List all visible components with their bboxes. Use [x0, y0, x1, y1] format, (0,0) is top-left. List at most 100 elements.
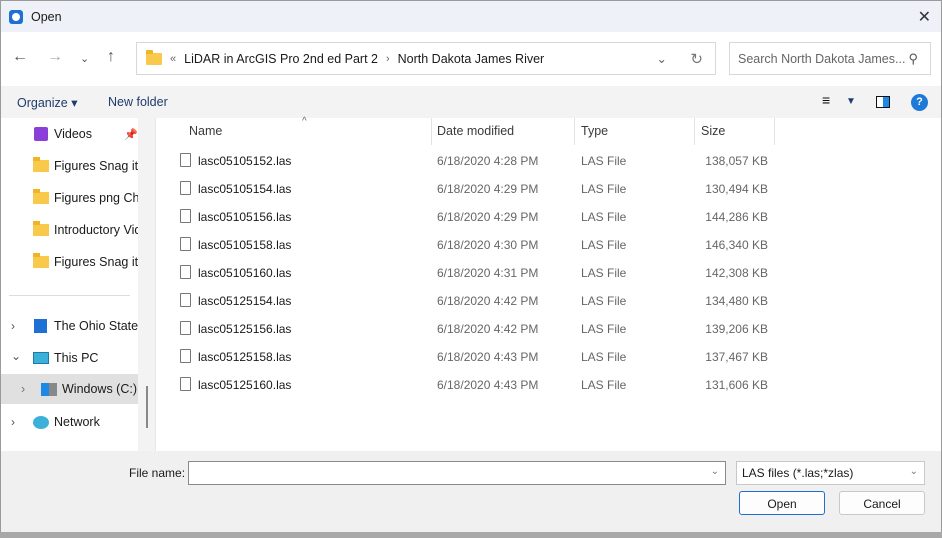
file-name: lasc05125158.las [198, 350, 292, 364]
file-icon [180, 349, 191, 363]
pin-icon[interactable]: 📌 [124, 128, 138, 141]
file-icon [180, 265, 191, 279]
navigation-pane: Videos 📌 Figures Snag it C Figures png C… [1, 118, 138, 451]
divider [9, 295, 130, 296]
breadcrumb-item[interactable]: North Dakota James River [398, 52, 545, 66]
file-name: lasc05125160.las [198, 378, 292, 392]
column-header-name[interactable]: Name [189, 118, 222, 145]
file-type: LAS File [581, 238, 627, 252]
file-row[interactable]: lasc05105160.las 6/18/2020 4:31 PM LAS F… [156, 259, 776, 287]
file-date: 6/18/2020 4:31 PM [437, 266, 539, 280]
file-row[interactable]: lasc05105154.las 6/18/2020 4:29 PM LAS F… [156, 175, 776, 203]
search-input[interactable]: Search North Dakota James... ⚲ [729, 42, 931, 75]
file-row[interactable]: lasc05125156.las 6/18/2020 4:42 PM LAS F… [156, 315, 776, 343]
title-bar: Open ✕ [1, 1, 941, 32]
file-name: lasc05105154.las [198, 182, 292, 196]
preview-pane-icon[interactable] [876, 96, 890, 108]
file-date: 6/18/2020 4:43 PM [437, 350, 539, 364]
sidebar-item-ohio-state[interactable]: The Ohio State U [34, 311, 138, 341]
cancel-button[interactable]: Cancel [839, 491, 925, 515]
file-name: lasc05105158.las [198, 238, 292, 252]
column-divider[interactable] [431, 118, 432, 145]
building-icon [34, 319, 47, 333]
file-icon [180, 321, 191, 335]
file-type-value: LAS files (*.las;*zlas) [742, 466, 854, 480]
file-row[interactable]: lasc05105158.las 6/18/2020 4:30 PM LAS F… [156, 231, 776, 259]
folder-icon [33, 189, 49, 204]
column-header-date[interactable]: Date modified [437, 118, 514, 145]
file-size: 131,606 KB [705, 378, 768, 392]
sidebar-item-label: Figures Snag it C [54, 255, 138, 269]
up-arrow-icon[interactable]: ↑ [107, 48, 115, 66]
sidebar-item-this-pc[interactable]: This PC [33, 343, 98, 373]
file-icon [180, 153, 191, 167]
view-list-icon[interactable]: ≡ [822, 92, 830, 108]
sidebar-item-windows-c[interactable]: › Windows (C:) [1, 374, 138, 404]
sidebar-item-label: Videos [54, 127, 92, 141]
sidebar-item-label: Network [54, 415, 100, 429]
breadcrumb-separator-icon[interactable]: › [386, 53, 390, 65]
file-date: 6/18/2020 4:29 PM [437, 182, 539, 196]
search-icon[interactable]: ⚲ [908, 51, 918, 67]
file-type: LAS File [581, 266, 627, 280]
expand-chevron-icon[interactable]: › [11, 415, 15, 429]
file-date: 6/18/2020 4:30 PM [437, 238, 539, 252]
new-folder-button[interactable]: New folder [108, 95, 168, 109]
forward-arrow-icon[interactable]: → [47, 48, 63, 66]
sidebar-item-label: Windows (C:) [62, 382, 138, 396]
chevron-down-icon: ⌄ [909, 466, 918, 477]
sidebar-item-folder[interactable]: Figures Snag it C [33, 247, 138, 277]
breadcrumb-item[interactable]: LiDAR in ArcGIS Pro 2nd ed Part 2 [184, 52, 378, 66]
file-name: lasc05105160.las [198, 266, 292, 280]
chevron-down-icon[interactable]: ⌄ [657, 51, 667, 66]
column-divider[interactable] [694, 118, 695, 145]
file-row[interactable]: lasc05125154.las 6/18/2020 4:42 PM LAS F… [156, 287, 776, 315]
sidebar-scrollbar[interactable] [138, 118, 156, 451]
scrollbar-thumb[interactable] [146, 386, 148, 428]
file-date: 6/18/2020 4:28 PM [437, 154, 539, 168]
close-icon[interactable]: ✕ [918, 7, 931, 27]
file-icon [180, 181, 191, 195]
file-size: 142,308 KB [705, 266, 768, 280]
sidebar-item-folder[interactable]: Introductory Vid [33, 215, 138, 245]
file-size: 137,467 KB [705, 350, 768, 364]
sidebar-item-folder[interactable]: Figures Snag it C [33, 151, 138, 181]
file-date: 6/18/2020 4:42 PM [437, 322, 539, 336]
recent-locations-chevron-icon[interactable]: ⌄ [80, 52, 89, 65]
refresh-icon[interactable]: ↻ [690, 50, 703, 68]
column-divider[interactable] [774, 118, 775, 145]
command-bar: Organize ▾ New folder ≡ ▼ ? [1, 86, 941, 118]
breadcrumb-overflow[interactable]: « [170, 53, 176, 65]
network-icon [33, 415, 49, 429]
back-arrow-icon[interactable]: ← [12, 48, 28, 66]
sidebar-item-folder[interactable]: Figures png Ch 9 [33, 183, 138, 213]
file-row[interactable]: lasc05105152.las 6/18/2020 4:28 PM LAS F… [156, 147, 776, 175]
column-header-size[interactable]: Size [701, 118, 725, 145]
help-icon[interactable]: ? [911, 94, 928, 111]
view-dropdown-icon[interactable]: ▼ [846, 96, 856, 107]
column-header-type[interactable]: Type [581, 118, 608, 145]
file-type: LAS File [581, 154, 627, 168]
file-date: 6/18/2020 4:43 PM [437, 378, 539, 392]
organize-button[interactable]: Organize ▾ [17, 95, 77, 110]
file-name-input[interactable]: ⌄ [188, 461, 726, 485]
collapse-chevron-icon[interactable]: ⌄ [11, 349, 21, 363]
file-row[interactable]: lasc05105156.las 6/18/2020 4:29 PM LAS F… [156, 203, 776, 231]
sidebar-item-network[interactable]: Network [33, 407, 100, 437]
file-row[interactable]: lasc05125158.las 6/18/2020 4:43 PM LAS F… [156, 343, 776, 371]
open-dialog: Open ✕ ← → ⌄ ↑ « LiDAR in ArcGIS Pro 2nd… [0, 0, 942, 532]
file-type: LAS File [581, 182, 627, 196]
column-divider[interactable] [574, 118, 575, 145]
file-row[interactable]: lasc05125160.las 6/18/2020 4:43 PM LAS F… [156, 371, 776, 399]
sidebar-item-label: The Ohio State U [54, 319, 138, 333]
file-list: ^ Name Date modified Type Size lasc05105… [156, 116, 941, 451]
expand-chevron-icon[interactable]: › [21, 382, 25, 396]
address-bar[interactable]: « LiDAR in ArcGIS Pro 2nd ed Part 2 › No… [136, 42, 716, 75]
folder-icon [33, 253, 49, 268]
file-size: 130,494 KB [705, 182, 768, 196]
expand-chevron-icon[interactable]: › [11, 319, 15, 333]
open-button[interactable]: Open [739, 491, 825, 515]
chevron-down-icon[interactable]: ⌄ [711, 466, 719, 477]
sidebar-item-videos[interactable]: Videos 📌 [34, 119, 138, 149]
file-type-select[interactable]: LAS files (*.las;*zlas) ⌄ [736, 461, 925, 485]
